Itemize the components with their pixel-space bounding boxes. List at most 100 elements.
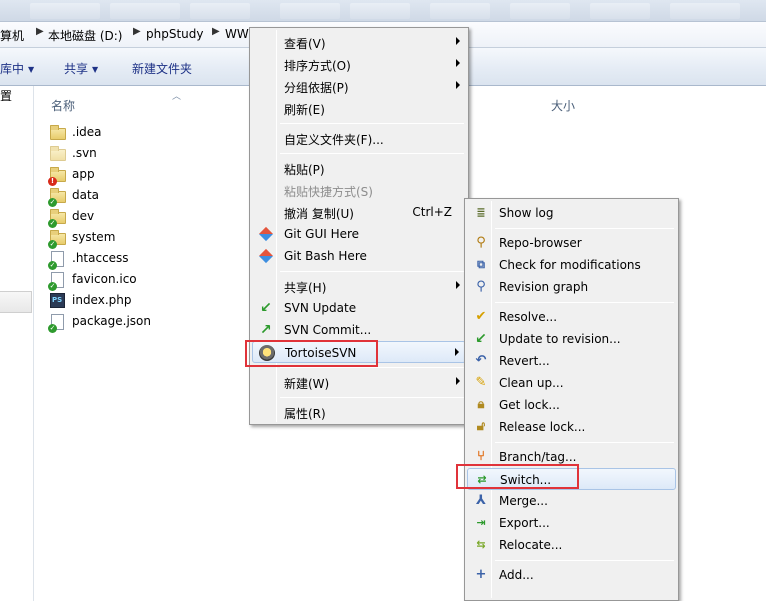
file-row[interactable]: .idea bbox=[50, 123, 250, 144]
menu-item-relocate[interactable]: ⇆ Relocate... bbox=[467, 534, 676, 556]
menu-item-show-log[interactable]: ≣ Show log bbox=[467, 202, 676, 224]
menu-item-export[interactable]: ⇥ Export... bbox=[467, 512, 676, 534]
menu-item-revert[interactable]: ↶ Revert... bbox=[467, 350, 676, 372]
menu-item-update-to-revision[interactable]: ↙ Update to revision... bbox=[467, 328, 676, 350]
taskbar-button[interactable] bbox=[670, 3, 740, 19]
sort-ascending-icon: ︿ bbox=[172, 92, 182, 102]
menu-item-clean-up[interactable]: ✎ Clean up... bbox=[467, 372, 676, 394]
taskbar-button[interactable] bbox=[510, 3, 570, 19]
breadcrumb-separator-icon[interactable]: ▶ bbox=[133, 26, 141, 37]
menu-item-add[interactable]: + Add... bbox=[467, 564, 676, 586]
svn-ok-badge-icon: ✓ bbox=[48, 240, 57, 249]
menu-item-group-by[interactable]: 分组依据(P) bbox=[252, 75, 466, 97]
submenu-arrow-icon bbox=[455, 348, 459, 356]
file-name: .idea bbox=[72, 125, 102, 139]
column-header-name[interactable]: 名称 bbox=[51, 97, 75, 114]
svn-modified-badge-icon: ! bbox=[48, 177, 57, 186]
taskbar-button[interactable] bbox=[590, 3, 650, 19]
menu-item-sort-by[interactable]: 排序方式(O) bbox=[252, 53, 466, 75]
add-icon: + bbox=[475, 567, 487, 582]
menu-item-repo-browser[interactable]: ⚲ Repo-browser bbox=[467, 232, 676, 254]
menu-item-label: Release lock... bbox=[499, 420, 586, 434]
menu-item-svn-commit[interactable]: ↗ SVN Commit... bbox=[252, 319, 466, 341]
file-name: .htaccess bbox=[72, 251, 129, 265]
taskbar-button[interactable] bbox=[30, 3, 100, 19]
menu-item-share[interactable]: 共享(H) bbox=[252, 275, 466, 297]
show-log-icon: ≣ bbox=[476, 206, 486, 219]
submenu-arrow-icon bbox=[456, 281, 460, 289]
taskbar-button[interactable] bbox=[280, 3, 340, 19]
share-label: 共享 bbox=[64, 62, 89, 76]
taskbar-button[interactable] bbox=[350, 3, 410, 19]
taskbar-button[interactable] bbox=[190, 3, 250, 19]
nav-scrollbar[interactable] bbox=[0, 291, 32, 313]
menu-item-label: Check for modifications bbox=[499, 258, 641, 272]
svn-ok-badge-icon: ✓ bbox=[48, 219, 57, 228]
menu-item-paste[interactable]: 粘贴(P) bbox=[252, 157, 466, 179]
breadcrumb-separator-icon[interactable]: ▶ bbox=[36, 26, 44, 37]
menu-separator bbox=[280, 271, 464, 272]
file-row[interactable]: .svn bbox=[50, 144, 250, 165]
menu-item-label: 撤消 复制(U) bbox=[284, 207, 354, 221]
new-folder-button[interactable]: 新建文件夹 bbox=[132, 60, 192, 77]
menu-item-resolve[interactable]: ✔ Resolve... bbox=[467, 306, 676, 328]
breadcrumb-computer[interactable]: 算机 bbox=[0, 27, 24, 44]
file-row[interactable]: ✓ dev bbox=[48, 207, 250, 228]
share-button[interactable]: 共享 ▼ bbox=[64, 60, 98, 77]
breadcrumb-phpstudy[interactable]: phpStudy bbox=[146, 27, 204, 41]
menu-item-label: 自定义文件夹(F)... bbox=[284, 133, 384, 147]
menu-item-label: Revert... bbox=[499, 354, 550, 368]
git-gui-icon bbox=[258, 226, 274, 242]
menu-separator bbox=[280, 397, 464, 398]
file-row[interactable]: ✓ .htaccess bbox=[48, 249, 250, 270]
nav-item-partial[interactable]: 置 bbox=[0, 87, 12, 104]
menu-item-properties[interactable]: 属性(R) bbox=[252, 401, 466, 423]
breadcrumb-www[interactable]: WW bbox=[225, 27, 249, 41]
menu-item-customize-folder[interactable]: 自定义文件夹(F)... bbox=[252, 127, 466, 149]
column-header-size[interactable]: 大小 bbox=[551, 97, 575, 114]
menu-item-revision-graph[interactable]: ⚲ Revision graph bbox=[467, 276, 676, 298]
branch-tag-icon: ⑂ bbox=[477, 449, 485, 464]
taskbar-button[interactable] bbox=[430, 3, 490, 19]
menu-item-paste-shortcut: 粘贴快捷方式(S) bbox=[252, 179, 466, 201]
menu-item-label: Show log bbox=[499, 206, 554, 220]
highlight-box-tortoisesvn bbox=[245, 340, 378, 367]
menu-item-check-modifications[interactable]: ⧉ Check for modifications bbox=[467, 254, 676, 276]
submenu-arrow-icon bbox=[456, 81, 460, 89]
taskbar-strip bbox=[0, 0, 766, 22]
include-in-library-button[interactable]: 库中 ▼ bbox=[0, 60, 34, 77]
file-row[interactable]: ✓ system bbox=[48, 228, 250, 249]
menu-item-refresh[interactable]: 刷新(E) bbox=[252, 97, 466, 119]
menu-item-label: 粘贴(P) bbox=[284, 163, 325, 177]
library-label: 库中 bbox=[0, 62, 25, 76]
menu-item-release-lock[interactable]: 🔓︎ Release lock... bbox=[467, 416, 676, 438]
folder-modified-icon: ! bbox=[48, 167, 66, 186]
file-row[interactable]: ✓ data bbox=[48, 186, 250, 207]
file-name: favicon.ico bbox=[72, 272, 137, 286]
menu-item-new[interactable]: 新建(W) bbox=[252, 371, 466, 393]
file-row[interactable]: index.php bbox=[50, 291, 250, 312]
breadcrumb-drive[interactable]: 本地磁盘 (D:) bbox=[48, 27, 122, 44]
file-row[interactable]: ✓ favicon.ico bbox=[48, 270, 250, 291]
menu-item-git-gui[interactable]: Git GUI Here bbox=[252, 223, 466, 245]
cleanup-icon: ✎ bbox=[475, 375, 487, 390]
menu-separator bbox=[280, 153, 464, 154]
merge-icon: ⅄ bbox=[476, 493, 486, 508]
navigation-pane[interactable] bbox=[0, 86, 34, 601]
update-revision-icon: ↙ bbox=[475, 331, 487, 347]
breadcrumb-separator-icon[interactable]: ▶ bbox=[212, 26, 220, 37]
highlight-box-switch bbox=[456, 464, 579, 489]
file-row[interactable]: ✓ package.json bbox=[48, 312, 250, 333]
file-row[interactable]: ! app bbox=[48, 165, 250, 186]
menu-item-undo-copy[interactable]: 撤消 复制(U) Ctrl+Z bbox=[252, 201, 466, 223]
menu-item-get-lock[interactable]: 🔒︎ Get lock... bbox=[467, 394, 676, 416]
file-name: app bbox=[72, 167, 95, 181]
menu-item-merge[interactable]: ⅄ Merge... bbox=[467, 490, 676, 512]
menu-item-git-bash[interactable]: Git Bash Here bbox=[252, 245, 466, 267]
taskbar-button[interactable] bbox=[110, 3, 180, 19]
menu-item-svn-update[interactable]: ↙ SVN Update bbox=[252, 297, 466, 319]
menu-item-view[interactable]: 查看(V) bbox=[252, 31, 466, 53]
menu-separator bbox=[280, 123, 464, 124]
submenu-arrow-icon bbox=[456, 377, 460, 385]
menu-item-label: Branch/tag... bbox=[499, 450, 577, 464]
